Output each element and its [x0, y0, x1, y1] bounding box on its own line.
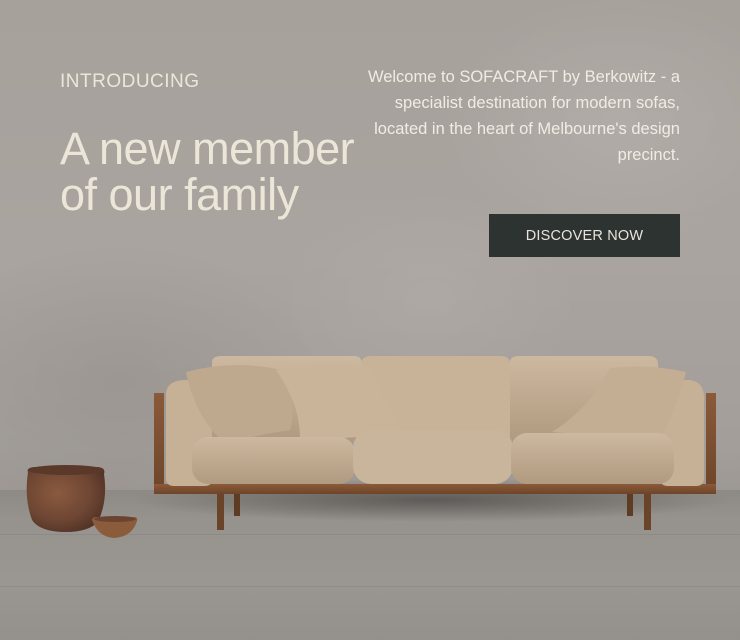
- hero-banner: INTRODUCING A new member of our family W…: [0, 0, 740, 640]
- sofa-image: [26, 356, 732, 538]
